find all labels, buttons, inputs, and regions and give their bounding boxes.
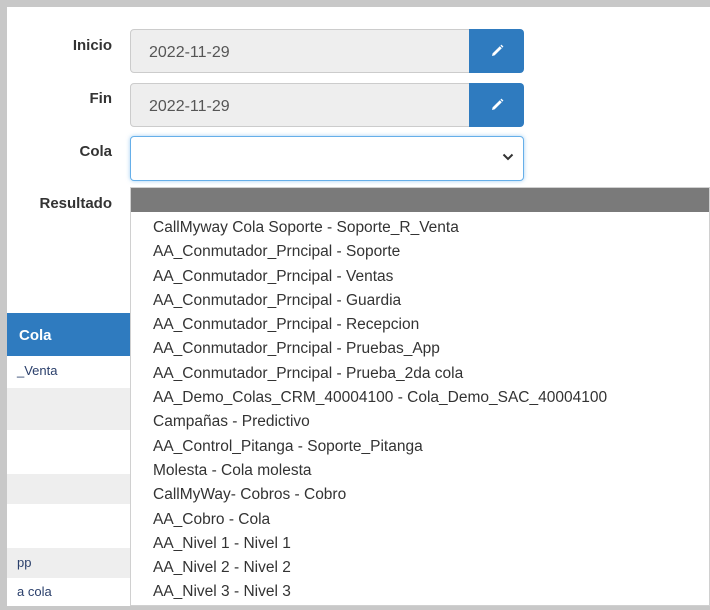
window-frame-left — [0, 0, 7, 610]
window-frame-top — [0, 0, 710, 7]
pencil-icon — [491, 44, 503, 56]
dropdown-option[interactable]: AA_Demo_Colas_CRM_40004100 - Cola_Demo_S… — [131, 386, 709, 410]
table-row[interactable] — [7, 388, 130, 430]
dropdown-option[interactable]: AA_Conmutador_Prncipal - Pruebas_App — [131, 337, 709, 361]
dropdown-option[interactable]: AA_Conmutador_Prncipal - Soporte — [131, 240, 709, 264]
dropdown-option[interactable]: AA_Control_Pitanga - Soporte_Pitanga — [131, 435, 709, 459]
dropdown-option[interactable]: CallMyway Cola Soporte - Soporte_R_Venta — [131, 216, 709, 240]
dropdown-options: CallMyway Cola Soporte - Soporte_R_Venta… — [131, 216, 709, 605]
fin-date-input[interactable]: 2022-11-29 — [130, 83, 470, 127]
dropdown-option[interactable]: CallMyWay- Cobros - Cobro — [131, 483, 709, 507]
chevron-down-icon — [502, 153, 514, 161]
table-row[interactable] — [7, 474, 130, 504]
cola-label: Cola — [79, 143, 112, 160]
fin-edit-button[interactable] — [469, 83, 524, 127]
dropdown-empty-option[interactable] — [131, 188, 709, 212]
cola-dropdown-list[interactable]: CallMyway Cola Soporte - Soporte_R_Venta… — [130, 187, 710, 606]
dropdown-option[interactable]: AA_Cobro - Cola — [131, 508, 709, 532]
table-header-cola: Cola — [7, 313, 130, 356]
pencil-icon — [491, 98, 503, 110]
fin-label: Fin — [89, 90, 113, 107]
dropdown-option[interactable]: AA_Nivel 3 - Nivel 3 — [131, 580, 709, 604]
dropdown-option[interactable]: AA_Conmutador_Prncipal - Ventas — [131, 265, 709, 289]
inicio-label: Inicio — [72, 37, 112, 54]
dropdown-option[interactable]: Campañas - Predictivo — [131, 410, 709, 434]
dropdown-option[interactable]: AA_Conmutador_Prncipal - Guardia — [131, 289, 709, 313]
dropdown-option[interactable]: AA_Conmutador_Prncipal - Prueba_2da cola — [131, 362, 709, 386]
table-row[interactable]: pp — [7, 548, 130, 578]
cola-select[interactable] — [130, 136, 524, 181]
table-row[interactable]: a cola — [7, 578, 130, 606]
table-row[interactable] — [7, 504, 130, 548]
table-row[interactable] — [7, 430, 130, 474]
resultado-label: Resultado — [39, 195, 112, 212]
window-frame-bottom — [0, 606, 710, 610]
dropdown-option[interactable]: AA_Nivel 2 - Nivel 2 — [131, 556, 709, 580]
table-row[interactable]: _Venta — [7, 356, 130, 388]
inicio-date-input[interactable]: 2022-11-29 — [130, 29, 470, 73]
dropdown-option[interactable]: AA_Conmutador_Prncipal - Recepcion — [131, 313, 709, 337]
inicio-edit-button[interactable] — [469, 29, 524, 73]
dropdown-option[interactable]: AA_Nivel 1 - Nivel 1 — [131, 532, 709, 556]
dropdown-option[interactable]: Molesta - Cola molesta — [131, 459, 709, 483]
